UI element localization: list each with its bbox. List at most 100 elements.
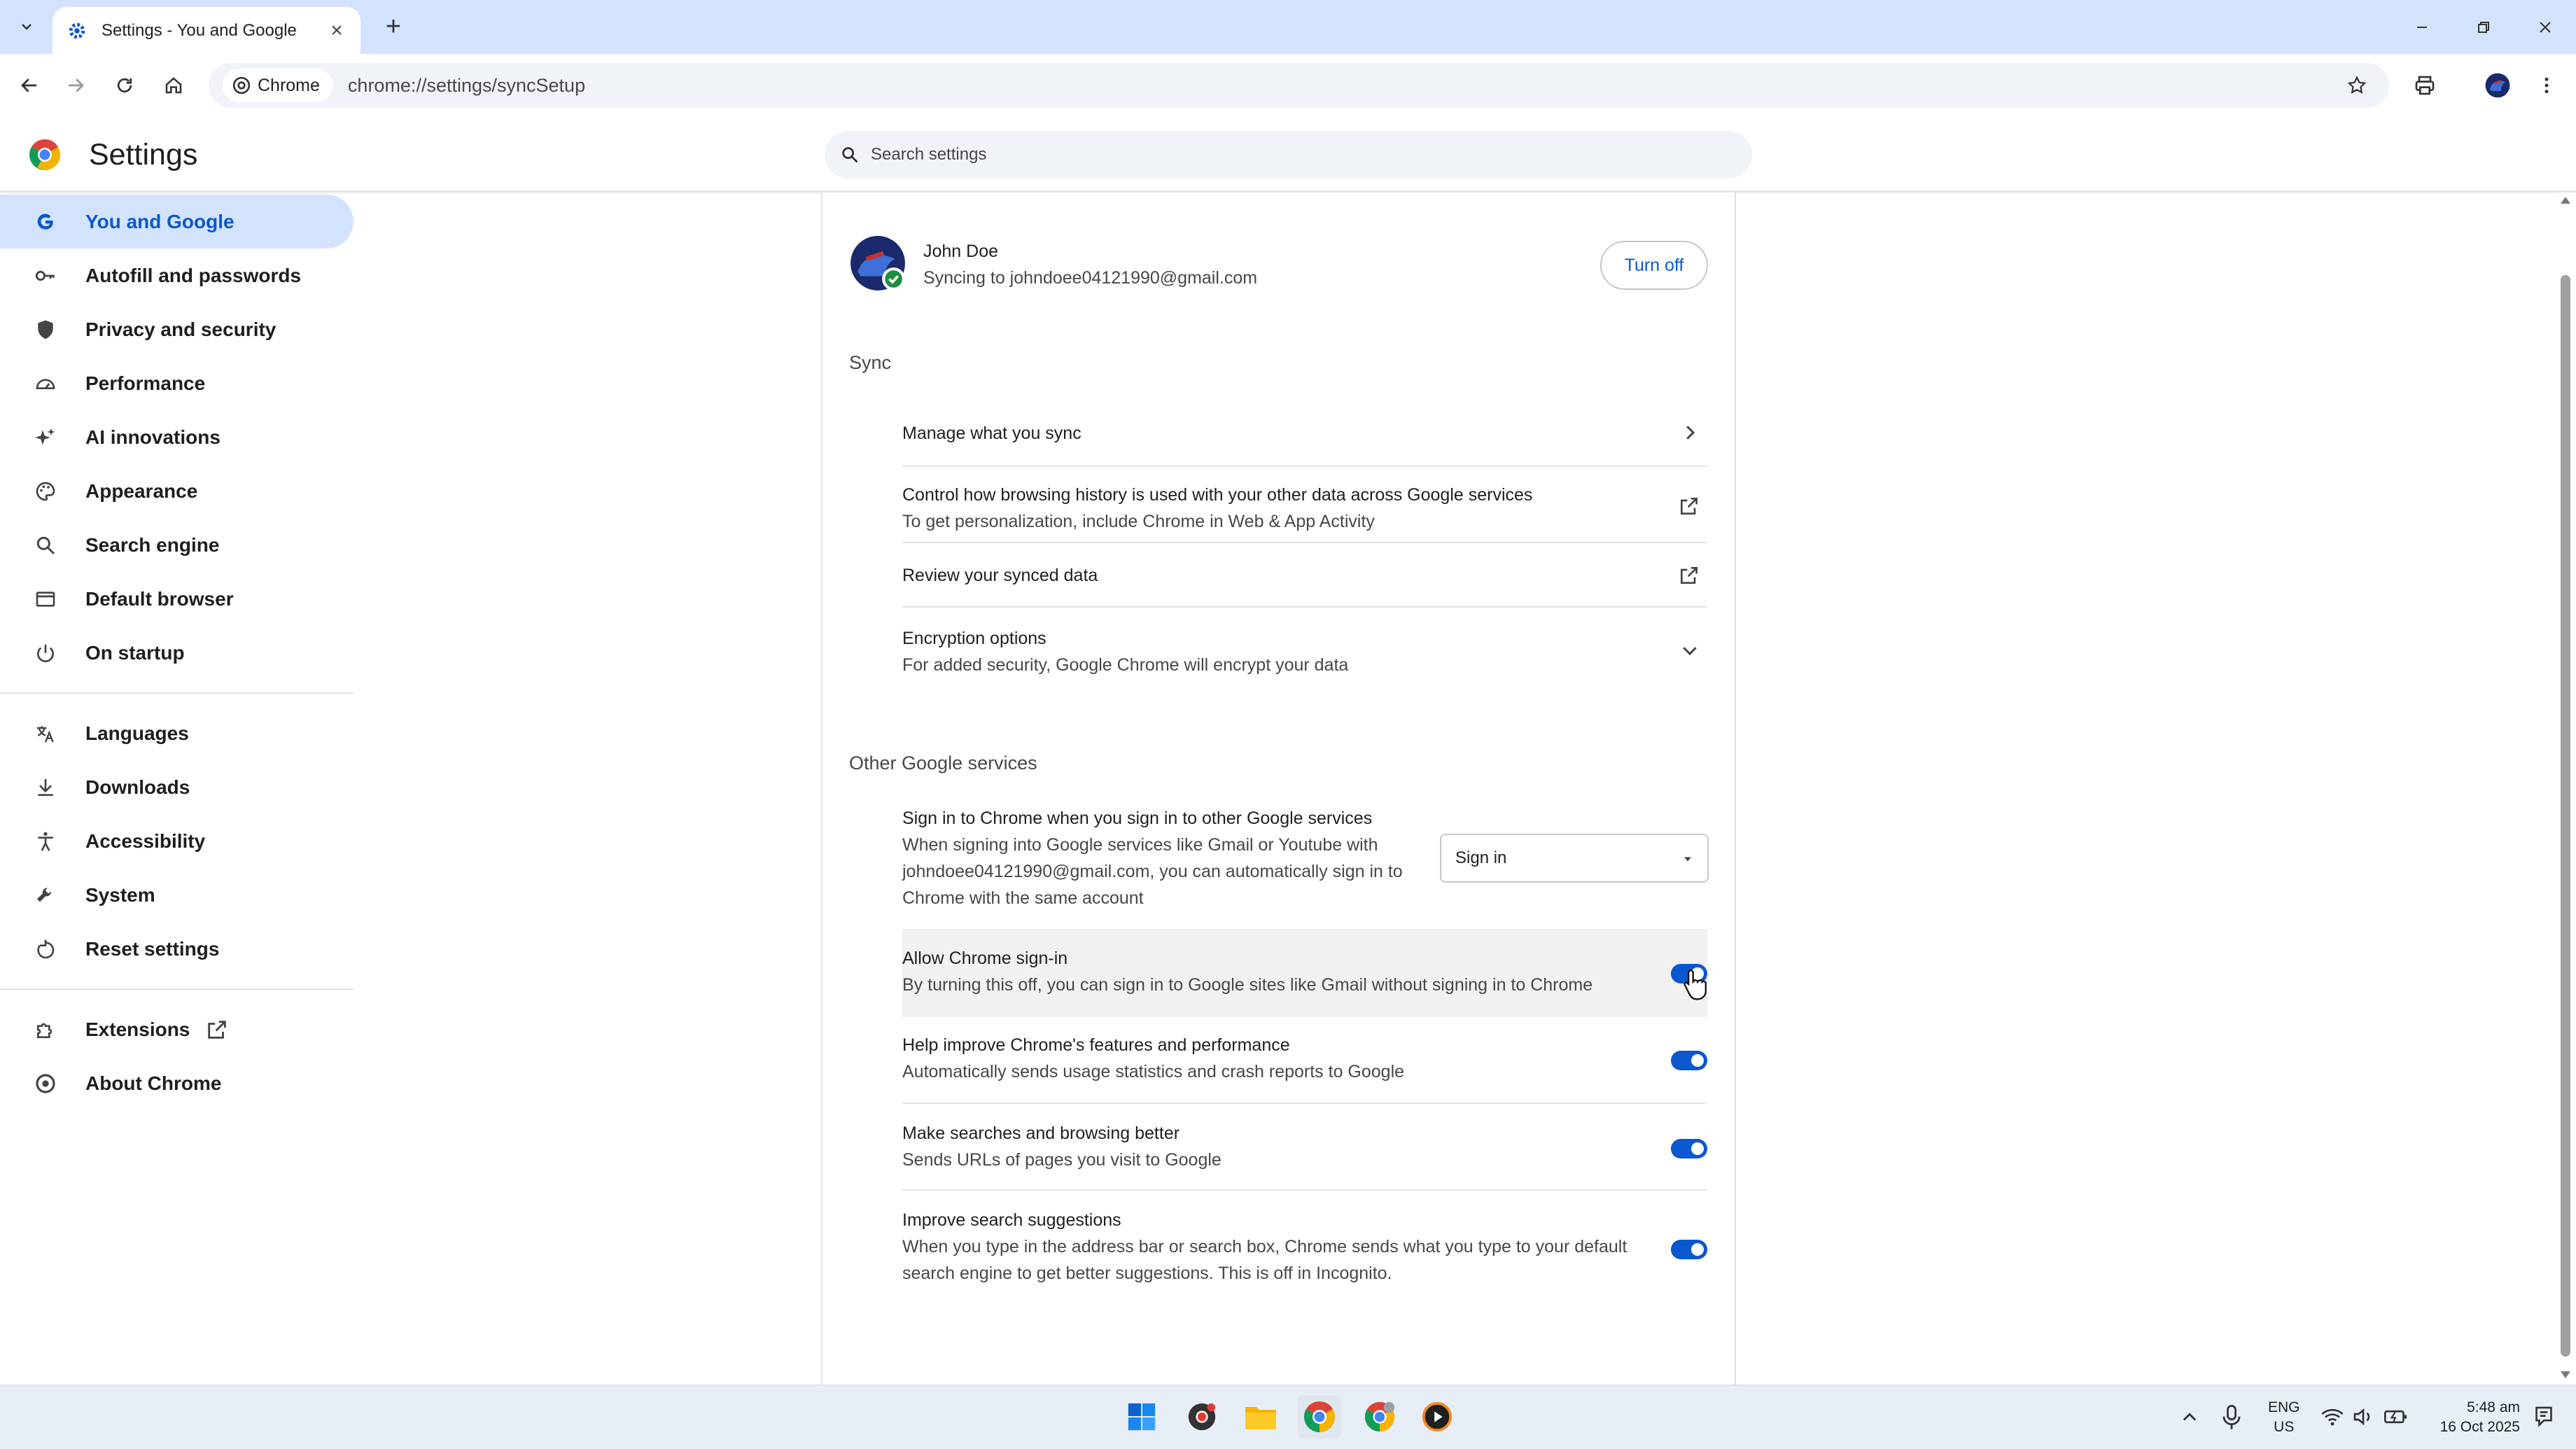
sync-heading: Sync: [849, 352, 892, 373]
scroll-thumb[interactable]: [2561, 275, 2570, 1357]
taskbar-app-file-explorer[interactable]: [1239, 1395, 1282, 1438]
make-searches-row[interactable]: Make searches and browsing better Sends …: [902, 1104, 1707, 1191]
back-button[interactable]: [13, 69, 46, 102]
reload-icon: [117, 78, 132, 93]
avatar: [850, 236, 905, 290]
taskbar-app-chrome[interactable]: [1298, 1395, 1341, 1438]
google-g-icon: [34, 210, 57, 234]
profile-button[interactable]: [2481, 69, 2514, 102]
print-button[interactable]: [2408, 69, 2442, 102]
start-button[interactable]: [1120, 1395, 1163, 1438]
tab-title: Settings - You and Google: [102, 20, 297, 40]
control-history-sub: To get personalization, include Chrome i…: [902, 512, 1375, 531]
sparkle-icon: [34, 426, 57, 449]
allow-signin-title: Allow Chrome sign-in: [902, 948, 1068, 968]
forward-button[interactable]: [59, 69, 92, 102]
sidebar-item-accessibility[interactable]: Accessibility: [0, 814, 357, 868]
sidebar-item-about[interactable]: About Chrome: [0, 1056, 357, 1110]
scroll-down-icon[interactable]: [2559, 1370, 2572, 1380]
make-searches-title: Make searches and browsing better: [902, 1124, 1180, 1143]
allow-signin-row[interactable]: Allow Chrome sign-in By turning this off…: [902, 929, 1707, 1017]
active-tab[interactable]: Settings - You and Google ×: [52, 7, 360, 54]
new-tab-button[interactable]: +: [378, 11, 409, 42]
sidebar-item-on-startup[interactable]: On startup: [0, 626, 357, 680]
sidebar-item-downloads[interactable]: Downloads: [0, 760, 357, 814]
sidebar-item-appearance[interactable]: Appearance: [0, 464, 357, 518]
close-window-button[interactable]: [2514, 0, 2576, 54]
power-icon: [34, 641, 57, 665]
improve-suggestions-toggle[interactable]: [1671, 1240, 1707, 1259]
site-info-chip[interactable]: Chrome: [223, 69, 332, 102]
search-icon: [34, 533, 57, 557]
signin-title: Sign in to Chrome when you sign in to ot…: [902, 808, 1373, 828]
sidebar-item-search-engine[interactable]: Search engine: [0, 518, 357, 572]
search-input[interactable]: [871, 145, 1711, 164]
sidebar-item-label: Reset settings: [85, 937, 220, 960]
battery-icon[interactable]: [2384, 1406, 2408, 1427]
star-icon: [2347, 76, 2367, 94]
wifi-icon[interactable]: [2321, 1406, 2344, 1427]
allow-signin-sub: By turning this off, you can sign in to …: [902, 975, 1593, 995]
turn-off-button[interactable]: Turn off: [1600, 241, 1708, 290]
notification-icon[interactable]: [2533, 1405, 2555, 1429]
chrome-icon: [1364, 1401, 1395, 1432]
key-icon: [34, 264, 57, 288]
menu-button[interactable]: [2530, 69, 2563, 102]
chevron-up-icon[interactable]: [2180, 1408, 2199, 1427]
arrow-right-icon: [69, 78, 84, 92]
sidebar-item-reset[interactable]: Reset settings: [0, 922, 357, 976]
sidebar-item-system[interactable]: System: [0, 868, 357, 922]
help-improve-row[interactable]: Help improve Chrome's features and perfo…: [902, 1017, 1707, 1104]
sidebar-item-you-and-google[interactable]: You and Google: [0, 195, 354, 248]
address-bar[interactable]: Chrome chrome://settings/syncSetup: [209, 63, 2389, 108]
sidebar-item-label: You and Google: [85, 210, 234, 232]
microphone-icon[interactable]: [2222, 1405, 2241, 1430]
wrench-icon: [34, 883, 57, 907]
taskbar-app-media-player[interactable]: [1415, 1395, 1459, 1438]
encryption-options-row[interactable]: Encryption options For added security, G…: [902, 608, 1707, 692]
bookmark-button[interactable]: [2340, 69, 2374, 102]
taskbar-app-chrome-profile[interactable]: [1358, 1395, 1401, 1438]
sidebar-item-performance[interactable]: Performance: [0, 356, 357, 410]
signin-select[interactable]: Sign in: [1440, 834, 1709, 883]
restore-button[interactable]: [2453, 0, 2514, 54]
control-history-row[interactable]: Control how browsing history is used wit…: [902, 467, 1707, 543]
palette-icon: [34, 479, 57, 503]
tab-strip: Settings - You and Google × +: [0, 0, 2576, 54]
page-scrollbar[interactable]: [2555, 192, 2576, 1385]
reload-button[interactable]: [108, 69, 141, 102]
manage-sync-row[interactable]: Manage what you sync: [902, 402, 1707, 467]
sidebar-item-default-browser[interactable]: Default browser: [0, 572, 357, 626]
improve-suggestions-title: Improve search suggestions: [902, 1210, 1121, 1230]
minimize-button[interactable]: [2391, 0, 2453, 54]
language-indicator[interactable]: ENG US: [2268, 1398, 2300, 1437]
search-settings-box[interactable]: [825, 131, 1752, 178]
taskbar-app-chrome-canary[interactable]: [1180, 1395, 1224, 1438]
sidebar-item-label: Extensions: [85, 1018, 190, 1040]
sidebar-item-label: Search engine: [85, 533, 220, 556]
chrome-logo-icon: [29, 139, 60, 170]
home-icon: [165, 77, 182, 94]
sidebar-item-label: Appearance: [85, 479, 198, 502]
avatar-icon: [2485, 73, 2510, 98]
mouse-cursor-icon: [1684, 969, 1707, 1000]
help-improve-sub: Automatically sends usage statistics and…: [902, 1062, 1405, 1082]
tab-search-button[interactable]: [10, 10, 43, 43]
sidebar-item-label: Default browser: [85, 587, 234, 610]
improve-suggestions-row[interactable]: Improve search suggestions When you type…: [902, 1191, 1707, 1303]
sidebar-item-label: Privacy and security: [85, 318, 276, 340]
make-searches-toggle[interactable]: [1671, 1139, 1707, 1158]
scroll-up-icon[interactable]: [2559, 195, 2572, 205]
review-synced-row[interactable]: Review your synced data: [902, 543, 1707, 608]
sidebar-item-privacy[interactable]: Privacy and security: [0, 302, 357, 356]
chrome-icon: [232, 76, 251, 94]
sidebar-item-languages[interactable]: Languages: [0, 706, 357, 760]
sidebar-item-ai[interactable]: AI innovations: [0, 410, 357, 464]
speaker-icon[interactable]: [2352, 1406, 2374, 1427]
sidebar-item-extensions[interactable]: Extensions: [0, 1002, 357, 1056]
home-button[interactable]: [157, 69, 190, 102]
close-tab-icon[interactable]: ×: [327, 19, 346, 42]
help-improve-toggle[interactable]: [1671, 1051, 1707, 1070]
sidebar-item-autofill[interactable]: Autofill and passwords: [0, 248, 357, 302]
clock[interactable]: 5:48 am 16 Oct 2025: [2422, 1398, 2520, 1437]
